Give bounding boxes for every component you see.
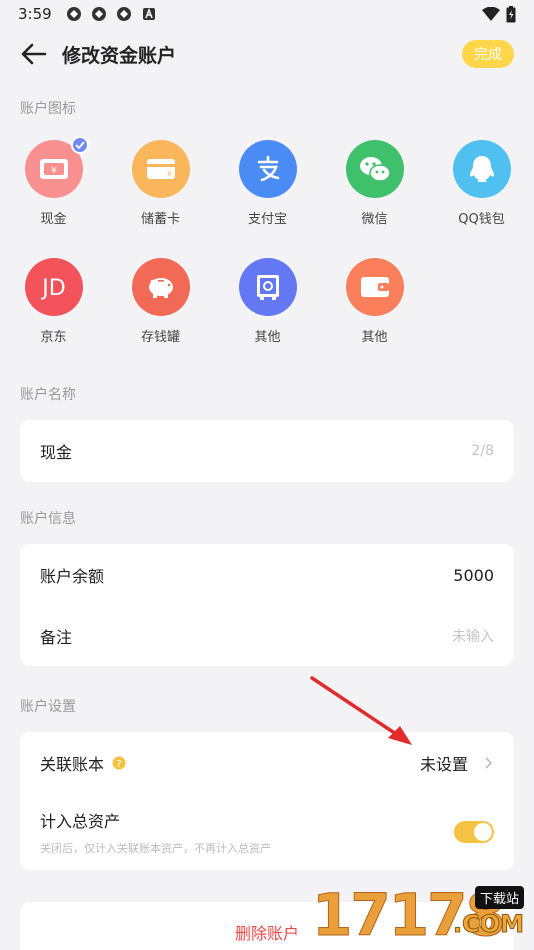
icon-option-label: QQ钱包 <box>458 212 505 227</box>
toggle-knob <box>474 823 492 841</box>
icon-option-label: 现金 <box>40 212 67 227</box>
selected-check-icon <box>70 136 89 154</box>
include-total-label: 计入总资产 <box>40 812 121 831</box>
icon-option-qq-wallet[interactable]: QQ钱包 <box>428 140 534 258</box>
safe-icon-circle <box>238 258 297 316</box>
icon-option-label: 京东 <box>40 330 67 345</box>
account-name-field[interactable]: 现金 2/8 <box>20 420 514 482</box>
account-settings-card: 关联账本 ? 未设置 计入总资产 关闭后，仅计入关联账本资产，不再计入总资产 <box>20 732 514 870</box>
icon-option-jd[interactable]: JD 京东 <box>0 258 107 376</box>
note-label: 备注 <box>40 628 73 647</box>
chevron-right-icon <box>485 757 493 769</box>
svg-text:JD: JD <box>40 276 65 300</box>
icon-option-label: 储蓄卡 <box>140 212 180 227</box>
svg-text:¥: ¥ <box>51 166 57 176</box>
wechat-icon <box>359 157 391 182</box>
account-name-card: 现金 2/8 <box>20 420 514 482</box>
cash-icon: ¥ <box>39 159 68 179</box>
icon-option-wechat[interactable]: 微信 <box>321 140 428 258</box>
piggy-bank-icon <box>148 278 173 298</box>
note-row[interactable]: 备注 未输入 <box>20 606 514 666</box>
safe-icon <box>256 275 279 300</box>
icon-option-alipay[interactable]: 支付宝 <box>214 140 321 258</box>
jd-icon: JD <box>40 276 65 300</box>
note-placeholder: 未输入 <box>452 629 494 645</box>
status-time: 3:59 <box>18 5 52 23</box>
linked-ledger-value: 未设置 <box>419 755 468 774</box>
alipay-icon <box>257 155 279 182</box>
icon-option-wallet[interactable]: 其他 <box>321 258 428 376</box>
svg-text:¥: ¥ <box>167 170 172 178</box>
battery-icon <box>506 5 516 22</box>
icon-option-piggy-bank[interactable]: 存钱罐 <box>107 258 214 376</box>
wallet-icon <box>360 277 389 297</box>
done-button[interactable]: 完成 <box>462 40 514 68</box>
icon-option-bank-card[interactable]: ¥ 储蓄卡 <box>107 140 214 258</box>
piggy-bank-icon-circle <box>131 258 190 316</box>
annotation-arrow-icon <box>310 676 412 745</box>
status-bar: 3:59 <box>0 0 534 28</box>
icon-option-label: 微信 <box>361 212 388 227</box>
wallet-icon-circle <box>345 258 404 316</box>
name-char-counter: 2/8 <box>471 443 494 459</box>
cash-icon-circle: ¥ <box>24 136 89 198</box>
section-label-settings: 账户设置 <box>20 699 76 715</box>
back-button[interactable] <box>20 40 48 68</box>
jd-icon-circle: JD <box>24 258 83 316</box>
linked-ledger-row[interactable]: 关联账本 ? 未设置 <box>20 732 514 794</box>
app-bar: 修改资金账户 完成 <box>0 28 534 80</box>
site-watermark-logo: 17178 下载站 .COM <box>312 880 534 950</box>
back-arrow-icon <box>21 43 47 65</box>
bank-card-icon: ¥ <box>146 159 175 179</box>
include-total-toggle[interactable] <box>454 821 494 843</box>
notification-icon <box>66 7 81 21</box>
page-title: 修改资金账户 <box>62 44 177 67</box>
icon-option-label: 其他 <box>254 330 281 345</box>
watermark-domain: .COM <box>452 910 524 939</box>
notification-icon <box>116 7 131 21</box>
account-info-card: 账户余额 5000 备注 未输入 <box>20 544 514 666</box>
qq-wallet-icon <box>469 156 494 182</box>
include-total-hint: 关闭后，仅计入关联账本资产，不再计入总资产 <box>40 842 271 855</box>
notification-icon <box>91 7 106 21</box>
help-icon[interactable]: ? <box>112 756 126 770</box>
section-label-icons: 账户图标 <box>20 101 76 117</box>
include-total-row: 计入总资产 关闭后，仅计入关联账本资产，不再计入总资产 <box>20 794 514 870</box>
bank-card-icon-circle: ¥ <box>131 140 190 198</box>
icon-option-label: 其他 <box>361 330 388 345</box>
app-notification-icon <box>142 7 155 20</box>
qq-wallet-icon-circle <box>452 140 511 198</box>
svg-text:?: ? <box>116 759 121 770</box>
account-name-value: 现金 <box>40 443 73 462</box>
account-icon-grid: ¥ 现金 ¥ 储蓄卡 支付宝 微信 QQ钱包 JD 京东 存钱罐 其他 其他 <box>0 136 534 376</box>
icon-option-label: 存钱罐 <box>140 330 180 345</box>
delete-account-label: 删除账户 <box>234 924 299 943</box>
alipay-icon-circle <box>238 140 297 198</box>
icon-option-safe[interactable]: 其他 <box>214 258 321 376</box>
icon-option-label: 支付宝 <box>247 212 287 227</box>
balance-value: 5000 <box>453 565 494 585</box>
section-label-info: 账户信息 <box>20 511 76 527</box>
section-label-name: 账户名称 <box>20 387 76 403</box>
icon-option-cash[interactable]: ¥ 现金 <box>0 136 107 258</box>
balance-label: 账户余额 <box>40 567 105 586</box>
linked-ledger-label: 关联账本 <box>40 755 105 774</box>
watermark-badge: 下载站 <box>474 886 524 909</box>
wifi-icon <box>482 7 500 21</box>
balance-row[interactable]: 账户余额 5000 <box>20 544 514 606</box>
wechat-icon-circle <box>345 140 404 198</box>
